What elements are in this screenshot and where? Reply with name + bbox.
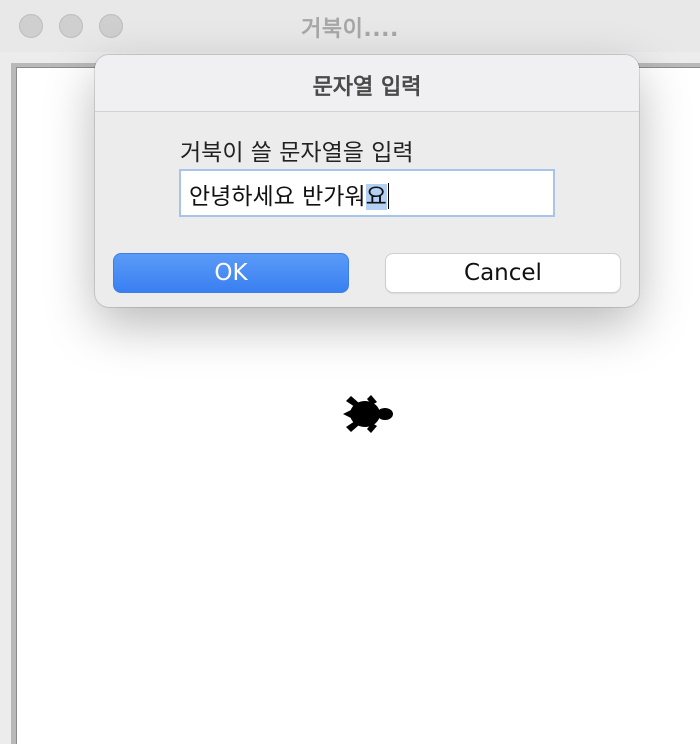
cancel-button[interactable]: Cancel [385, 253, 621, 293]
title-bar[interactable]: 거북이.... [0, 0, 700, 52]
ok-button[interactable]: OK [113, 253, 349, 293]
dialog-header: 문자열 입력 [95, 55, 639, 112]
input-selected-text: 요 [365, 184, 387, 210]
string-input-field[interactable]: 안녕하세요 반가워요 [179, 169, 555, 217]
string-input-dialog: 문자열 입력 거북이 쓸 문자열을 입력 안녕하세요 반가워요 OK Cance… [95, 55, 639, 307]
turtle-window: 거북이.... 문자열 입력 거북이 쓸 문자열을 입력 안녕하세요 반가워요 … [0, 0, 700, 744]
input-text: 안녕하세요 반가워 [189, 184, 366, 210]
turtle-icon [343, 395, 393, 433]
dialog-prompt: 거북이 쓸 문자열을 입력 [180, 140, 414, 166]
text-caret [387, 183, 389, 209]
dialog-title: 문자열 입력 [312, 75, 422, 100]
window-title: 거북이.... [301, 17, 399, 42]
